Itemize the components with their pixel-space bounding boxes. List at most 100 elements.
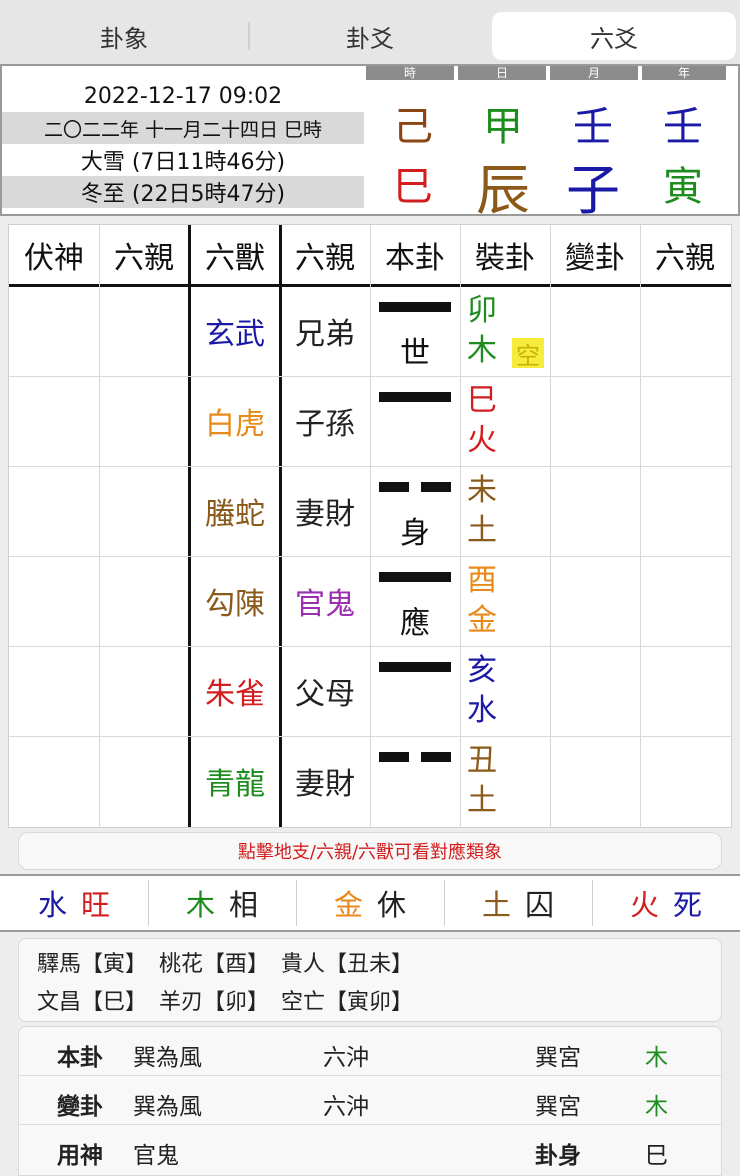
pillar-head-day: 日 [458,66,546,80]
hexagram-table: 伏神 六親 六獸 六親 本卦 裝卦 變卦 六親 玄武 兄弟世 卯木空白虎 子孫 巳火螣蛇… [8,224,732,828]
branch-char[interactable]: 未 [467,472,497,510]
branch-element[interactable]: 土 [467,512,497,550]
wuxing-state: 休 [377,888,407,922]
yin-line-segment [379,752,409,762]
yang-line [379,662,451,672]
bian-gua-element: 木 [645,1094,668,1120]
month-branch: 子 [566,159,620,222]
six-relative-cell[interactable]: 妻財 [280,736,370,826]
use-god-label: 用神 [57,1143,103,1169]
void-badge: 空 [512,338,544,370]
branch-char[interactable]: 丑 [467,742,497,780]
ben-gua-label: 本卦 [57,1045,103,1071]
hour-stem: 己 [393,104,433,150]
gregorian-datetime: 2022-12-17 09:02 [83,83,283,109]
year-stem: 壬 [663,104,703,150]
row-divider [9,376,731,377]
wuxing-state: 相 [229,888,259,922]
solar-term-2: 冬至 (22日5時47分) [2,176,364,208]
wuxing-element: 木 [185,888,215,922]
shensha-yima[interactable]: 驛馬【寅】 [37,946,147,978]
bian-gua-name: 巽為風 [133,1094,202,1120]
wuxing-element: 火 [629,888,659,922]
row-divider [9,646,731,647]
ben-gua-name: 巽為風 [133,1045,202,1071]
branch-char[interactable]: 亥 [467,652,497,690]
wuxing-state: 死 [673,888,703,922]
six-relative-cell[interactable]: 兄弟 [280,286,370,376]
shensha-wenchang[interactable]: 文昌【巳】 [37,984,147,1016]
wuxing-state-item: 金休 [296,876,444,930]
six-beast-cell[interactable]: 勾陳 [190,556,280,646]
shi-ying-mark: 世 [400,336,430,371]
ben-gua-element: 木 [645,1045,668,1071]
shensha-row-1: 驛馬【寅】 桃花【酉】 貴人【丑未】 [37,945,413,979]
pillar-head-hour: 時 [366,66,454,80]
yang-line [379,392,451,402]
six-beast-cell[interactable]: 螣蛇 [190,466,280,556]
six-beast-cell[interactable]: 青龍 [190,736,280,826]
branch-element[interactable]: 金 [467,602,497,640]
six-beast-cell[interactable]: 白虎 [190,376,280,466]
col-header-bian-relative: 六親 [655,241,715,276]
wuxing-state: 囚 [525,888,555,922]
use-god-row: 用神 官鬼 卦身 巳 [19,1125,721,1173]
branch-element[interactable]: 木 [467,332,497,370]
six-relative-cell[interactable]: 官鬼 [280,556,370,646]
ben-gua-info-row: 本卦 巽為風 六沖 巽宮 木 [19,1027,721,1075]
tab-gua-xiang[interactable]: 卦象 [0,12,248,60]
branch-element[interactable]: 土 [467,782,497,820]
wuxing-state-item: 土囚 [444,876,592,930]
month-stem: 壬 [573,104,613,150]
col-header-fu-relative: 六親 [114,241,174,276]
wuxing-divider [444,880,445,926]
yin-line-segment [421,482,451,492]
shi-ying-mark: 應 [400,606,430,641]
ben-gua-type: 六沖 [323,1045,369,1071]
shi-ying-mark: 身 [400,516,430,551]
six-relative-cell[interactable]: 妻財 [280,466,370,556]
tab-gua-yao[interactable]: 卦爻 [250,12,490,60]
shensha-kongwang[interactable]: 空亡【寅卯】 [281,984,413,1016]
yang-line [379,302,451,312]
hour-branch: 巳 [393,164,433,210]
gua-shen-label: 卦身 [535,1143,581,1169]
day-stem: 甲 [483,104,523,150]
row-divider [9,556,731,557]
branch-char[interactable]: 卯 [467,292,497,330]
yin-line-segment [421,752,451,762]
pillar-head-month: 月 [550,66,638,80]
tap-hint: 點擊地支/六親/六獸可看對應類象 [18,832,722,870]
lunar-date: 二〇二二年 十一月二十四日 巳時 [2,112,364,144]
day-branch: 辰 [476,159,530,222]
bian-gua-type: 六沖 [323,1094,369,1120]
col-header-zhuang-gua: 裝卦 [475,241,535,276]
gua-info-panel: 本卦 巽為風 六沖 巽宮 木 變卦 巽為風 六沖 巽宮 木 用神 官鬼 卦身 巳 [18,1026,722,1176]
wuxing-state: 旺 [81,888,111,922]
col-header-relative: 六親 [295,241,355,276]
shensha-taohua[interactable]: 桃花【酉】 [159,946,269,978]
tab-liu-yao[interactable]: 六爻 [492,12,736,60]
shensha-guiren[interactable]: 貴人【丑未】 [281,946,413,978]
wuxing-divider [592,880,593,926]
wuxing-state-item: 木相 [148,876,296,930]
wuxing-element: 金 [333,888,363,922]
row-divider [9,466,731,467]
branch-element[interactable]: 水 [467,692,497,730]
wuxing-state-item: 水旺 [0,876,148,930]
shensha-yangren[interactable]: 羊刃【卯】 [159,984,269,1016]
date-pillars-header: 2022-12-17 09:02 二〇二二年 十一月二十四日 巳時 大雪 (7日… [0,64,740,222]
wuxing-divider [148,880,149,926]
branch-char[interactable]: 巳 [467,382,497,420]
wuxing-state-item: 火死 [592,876,740,930]
col-header-ben-gua: 本卦 [385,241,445,276]
six-relative-cell[interactable]: 父母 [280,646,370,736]
branch-element[interactable]: 火 [467,422,497,460]
row-divider [9,736,731,737]
six-beast-cell[interactable]: 玄武 [190,286,280,376]
six-beast-cell[interactable]: 朱雀 [190,646,280,736]
year-branch: 寅 [663,164,703,210]
branch-char[interactable]: 酉 [467,562,497,600]
wuxing-state-bar: 水旺木相金休土囚火死 [0,874,740,932]
six-relative-cell[interactable]: 子孫 [280,376,370,466]
